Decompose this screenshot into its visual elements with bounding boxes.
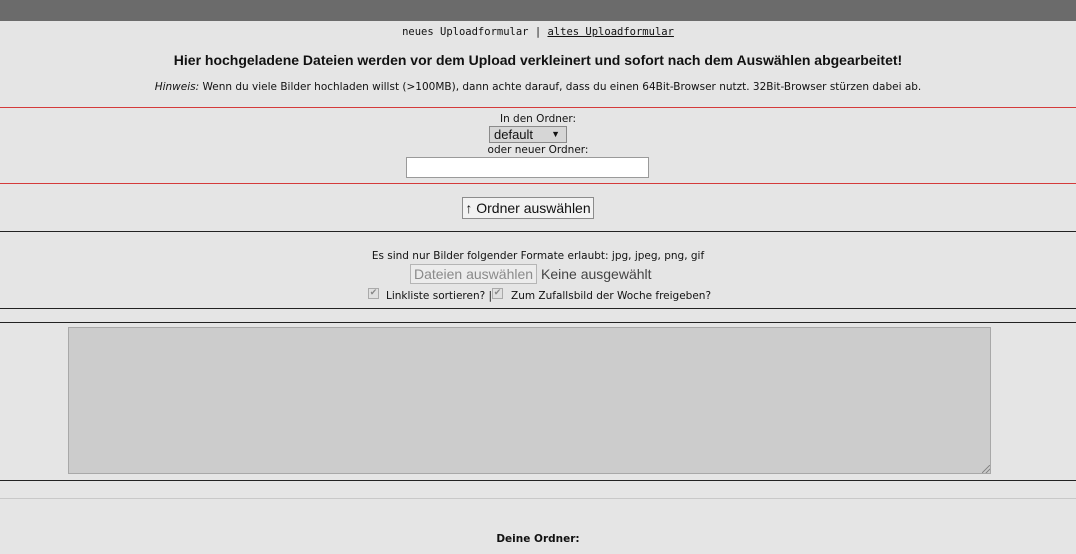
divider-3 bbox=[0, 322, 1076, 323]
hint-label: Hinweis: bbox=[154, 81, 200, 93]
dropdown-arrow-icon: ▼ bbox=[551, 129, 560, 139]
folder-select-value: default bbox=[494, 127, 534, 142]
formats-note: Es sind nur Bilder folgender Formate erl… bbox=[371, 250, 705, 262]
divider-2 bbox=[0, 308, 1076, 309]
upload-form-nav: neues Uploadformular | altes Uploadformu… bbox=[0, 26, 1076, 38]
resize-grip-icon[interactable] bbox=[982, 465, 990, 473]
new-folder-label: oder neuer Ordner: bbox=[487, 144, 589, 156]
hint-text: Hinweis: Wenn du viele Bilder hochladen … bbox=[0, 81, 1076, 93]
old-form-link[interactable]: altes Uploadformular bbox=[547, 26, 673, 38]
nav-separator: | bbox=[534, 26, 542, 38]
divider-red-top bbox=[0, 107, 1076, 108]
sort-linklist-label: Linkliste sortieren? | bbox=[386, 290, 493, 302]
divider-red-bottom bbox=[0, 183, 1076, 184]
hint-body: Wenn du viele Bilder hochladen willst (>… bbox=[199, 81, 922, 93]
new-form-label: neues Uploadformular bbox=[402, 26, 529, 38]
random-image-label: Zum Zufallsbild der Woche freigeben? bbox=[511, 290, 712, 302]
folder-label: In den Ordner: bbox=[499, 113, 577, 125]
select-files-button[interactable]: Dateien auswählen bbox=[410, 264, 537, 284]
file-status: Keine ausgewählt bbox=[541, 266, 652, 282]
top-bar bbox=[0, 0, 1076, 21]
new-folder-input[interactable] bbox=[406, 157, 649, 178]
divider-5 bbox=[0, 498, 1076, 499]
random-image-checkbox[interactable]: ✔ bbox=[492, 288, 503, 299]
upload-output-textarea[interactable] bbox=[68, 327, 991, 474]
divider-1 bbox=[0, 231, 1076, 232]
your-folders-heading: Deine Ordner: bbox=[496, 533, 580, 545]
divider-4 bbox=[0, 480, 1076, 481]
select-folder-button[interactable]: ↑ Ordner auswählen bbox=[462, 197, 594, 219]
sort-linklist-checkbox[interactable]: ✔ bbox=[368, 288, 379, 299]
folder-select[interactable]: default ▼ bbox=[489, 126, 567, 143]
page-heading: Hier hochgeladene Dateien werden vor dem… bbox=[173, 52, 903, 68]
